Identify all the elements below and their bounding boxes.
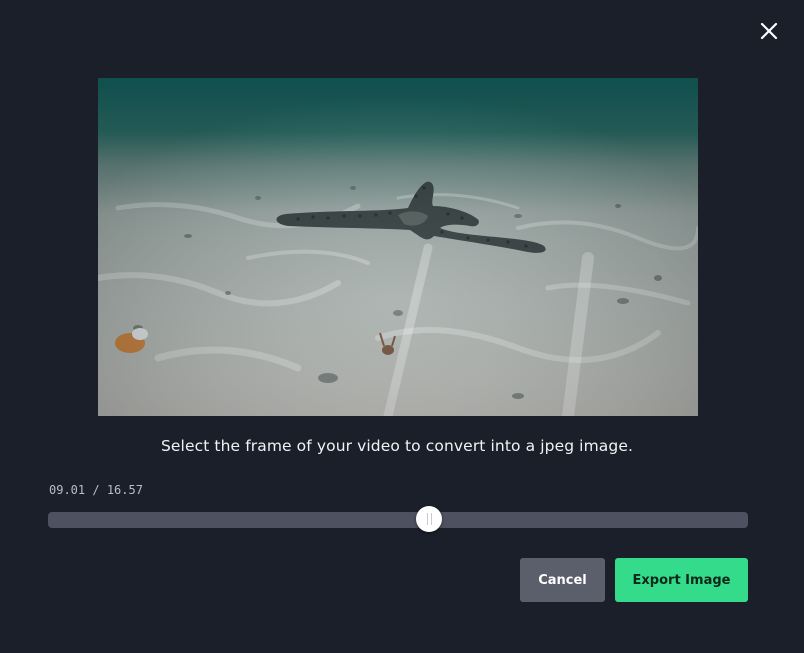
time-separator: / [92,483,100,497]
frame-export-dialog: Select the frame of your video to conver… [0,0,804,653]
frame-scrubber-slider[interactable] [48,506,748,532]
starfish-underwater-image [98,78,698,416]
export-image-button[interactable]: Export Image [615,558,748,602]
cancel-button[interactable]: Cancel [520,558,605,602]
close-icon [760,22,778,40]
total-time: 16.57 [106,483,143,497]
slider-thumb[interactable] [415,506,442,532]
current-time: 09.01 [49,483,86,497]
instruction-caption: Select the frame of your video to conver… [160,437,633,455]
time-readout: 09.01 / 16.57 [49,483,143,497]
video-frame-preview [98,78,698,416]
close-button[interactable] [756,18,782,44]
